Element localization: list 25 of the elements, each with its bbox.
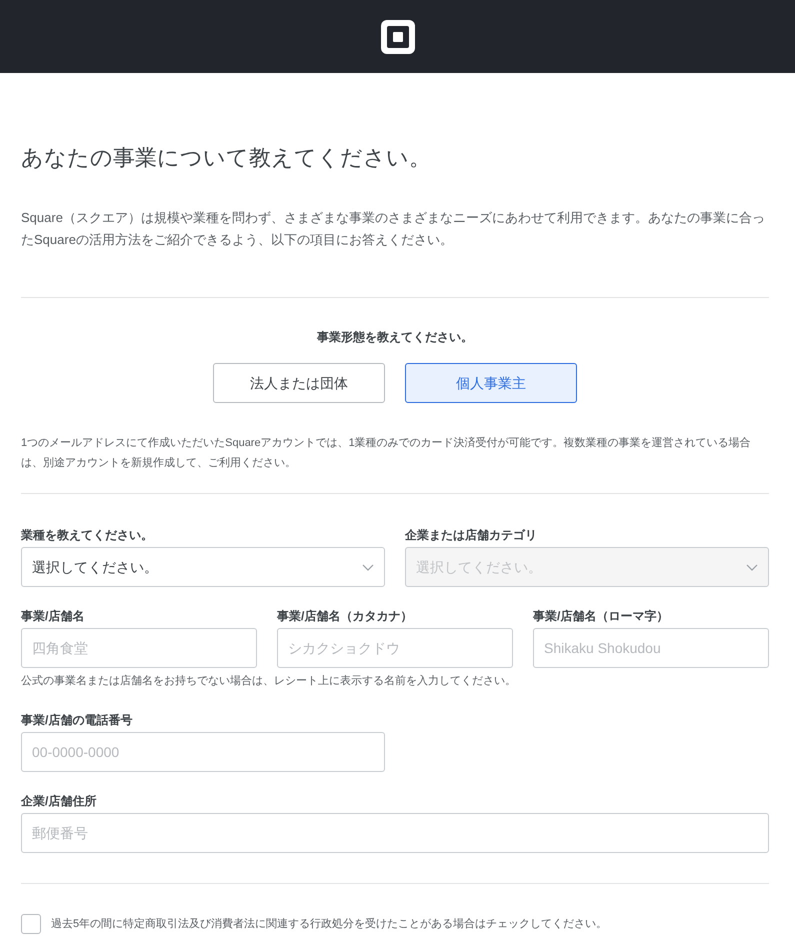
page-heading: あなたの事業について教えてください。	[21, 144, 432, 172]
chevron-down-icon	[362, 564, 374, 570]
field-label: 事業/店舗名	[21, 608, 86, 625]
field-label: 事業/店舗の電話番号	[21, 712, 134, 729]
section-label: 事業形態を教えてください。	[316, 329, 474, 346]
hint-text: 公式の事業名または店舗名をお持ちでない場合は、レシート上に表示する名前を入力してください。	[21, 674, 517, 689]
field-label: 事業/店舗名（カタカナ）	[277, 608, 414, 625]
intro-text: Square（スクエア）は規模や業種を問わず、さまざまな事業のさまざまなニーズにあわせて利用できます。あなたの事業に合ったSquareの活用方法をご紹介できるよう、以下の項目にお答えください。	[21, 209, 766, 249]
field-label: 企業/店舗住所	[21, 793, 98, 810]
business-type-button[interactable]: 法人または団体	[213, 363, 385, 403]
note-text: 1つのメールアドレスにて作成いただいたSquareアカウントでは、1業種のみでのカード決済受付が可能です。複数業種の事業を運営されている場合は、別途アカウントを新規作成して、ご利用ください。	[21, 436, 752, 471]
field-label: 業種を教えてください。	[21, 527, 154, 544]
text-field[interactable]: Shikaku Shokudou	[533, 628, 769, 668]
checkbox[interactable]	[21, 914, 41, 934]
text-field[interactable]: シカクショクドウ	[277, 628, 513, 668]
text-field[interactable]: 郵便番号	[21, 813, 769, 853]
consent-label: 過去5年の間に特定商取引法及び消費者法に関連する行政処分を受けたことがある場合はチェックしてください。	[51, 916, 608, 932]
field-label: 企業または店舗カテゴリ	[405, 527, 538, 544]
business-type-button[interactable]: 個人事業主	[405, 363, 577, 403]
select-dropdown[interactable]: 選択してください。	[21, 547, 385, 587]
square-logo-icon	[380, 20, 414, 54]
field-label: 事業/店舗名（ローマ字）	[533, 608, 670, 625]
text-field[interactable]: 00-0000-0000	[21, 732, 385, 772]
text-field[interactable]: 四角食堂	[21, 628, 257, 668]
chevron-down-icon	[746, 564, 758, 570]
